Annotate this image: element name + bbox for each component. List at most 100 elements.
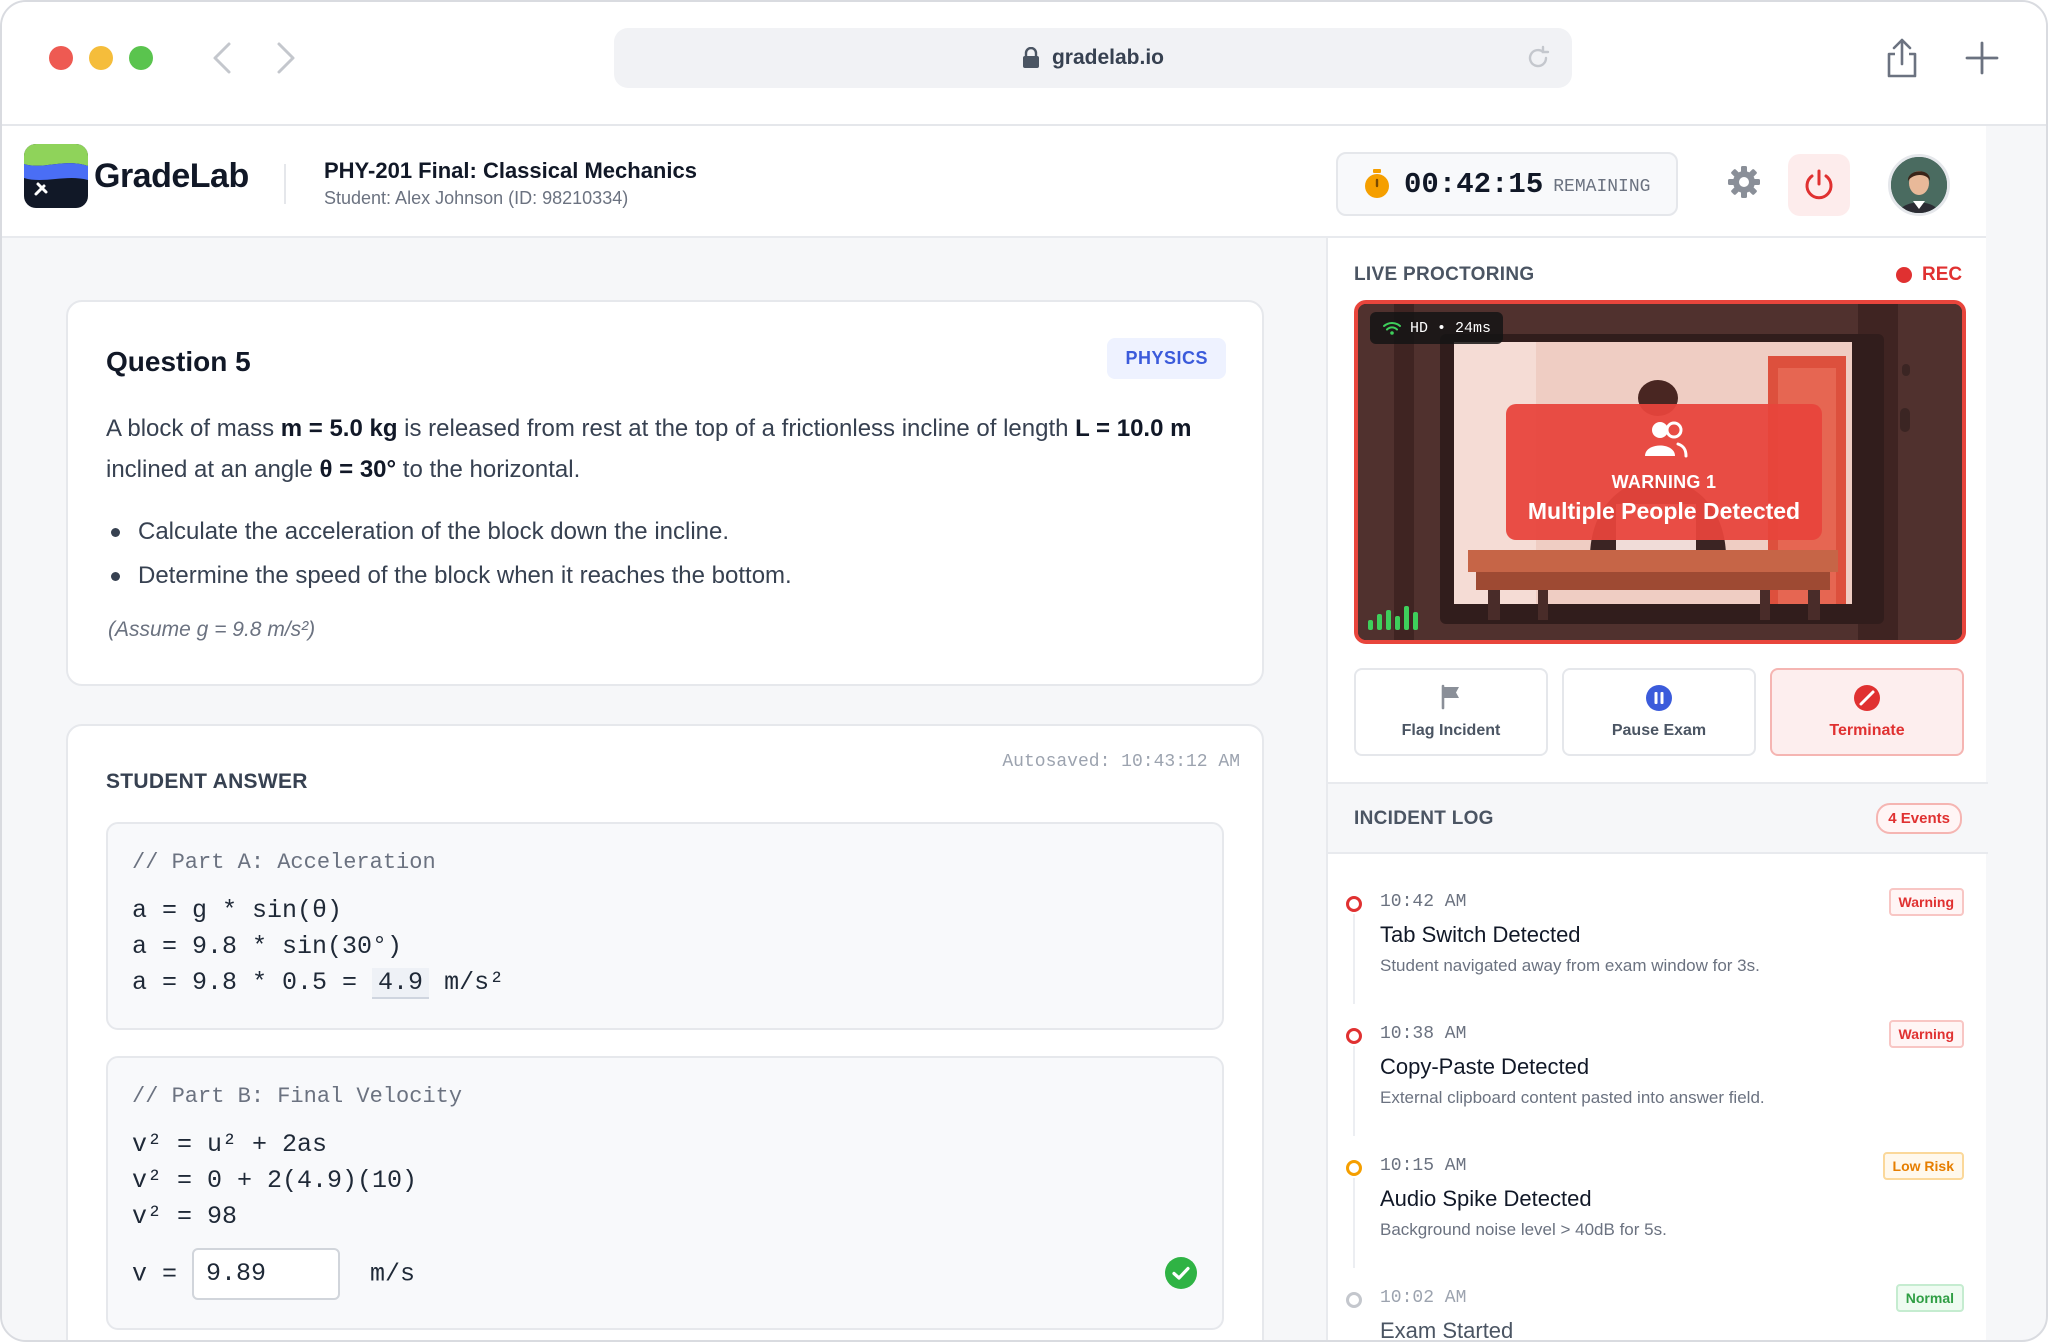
incident-title: Exam Started bbox=[1380, 1318, 1514, 1342]
logo-mark-icon bbox=[24, 144, 88, 208]
code-comment: // Part A: Acceleration bbox=[132, 850, 436, 875]
question-title: Question 5 bbox=[106, 346, 251, 377]
warning-count: WARNING 1 bbox=[1611, 472, 1717, 492]
block-icon bbox=[1854, 685, 1880, 711]
incident-description: Background noise level > 40dB for 5s. bbox=[1380, 1220, 1667, 1239]
incident-description: Student navigated away from exam window … bbox=[1380, 956, 1760, 975]
warning-overlay: WARNING 1 Multiple People Detected bbox=[1506, 404, 1822, 540]
pause-exam-label: Pause Exam bbox=[1611, 722, 1707, 739]
exam-title: PHY-201 Final: Classical Mechanics bbox=[324, 158, 697, 183]
severity-badge: Warning bbox=[1888, 1020, 1964, 1048]
power-icon bbox=[1805, 169, 1833, 200]
severity-badge: Warning bbox=[1888, 888, 1964, 916]
user-avatar-icon bbox=[1891, 157, 1947, 213]
code-line: a = 9.8 * sin(30°) bbox=[132, 932, 403, 961]
subject-tag: PHYSICS bbox=[1107, 338, 1226, 379]
timeline-line bbox=[1353, 914, 1355, 1004]
timeline-line bbox=[1353, 1046, 1355, 1136]
app-header: GradeLab PHY-201 Final: Classical Mechan… bbox=[2, 126, 1986, 238]
question-tasks: Calculate the acceleration of the block … bbox=[106, 510, 792, 598]
answer-card: STUDENT ANSWER Autosaved: 10:43:12 AM //… bbox=[66, 724, 1264, 1340]
webcam-feed[interactable]: HD • 24ms WARNING 1 Multiple People Dete… bbox=[1354, 300, 1966, 644]
share-icon[interactable] bbox=[1882, 36, 1922, 80]
header-divider bbox=[284, 164, 286, 204]
incident-title: Tab Switch Detected bbox=[1380, 922, 1581, 947]
incident-log-item[interactable]: 10:02 AM Exam Started Normal bbox=[1328, 1268, 1988, 1342]
close-window-button[interactable] bbox=[49, 46, 73, 70]
timeline-dot-icon bbox=[1346, 896, 1362, 912]
code-line: v² = 0 + 2(4.9)(10) bbox=[132, 1166, 418, 1195]
back-arrow-icon[interactable] bbox=[204, 38, 244, 78]
stream-quality-text: HD • 24ms bbox=[1410, 319, 1492, 337]
incident-title: Copy-Paste Detected bbox=[1380, 1054, 1590, 1079]
answer-part-a[interactable]: // Part A: Acceleration a = g * sin(θ) a… bbox=[106, 822, 1224, 1030]
stopwatch-icon bbox=[1365, 169, 1389, 198]
incident-title: Audio Spike Detected bbox=[1380, 1186, 1592, 1211]
timeline-dot-icon bbox=[1346, 1028, 1362, 1044]
code-comment: // Part B: Final Velocity bbox=[132, 1084, 463, 1109]
pause-icon bbox=[1646, 685, 1672, 711]
answer-part-b[interactable]: // Part B: Final Velocity v² = u² + 2as … bbox=[106, 1056, 1224, 1330]
code-line: v² = u² + 2as bbox=[132, 1130, 328, 1159]
flag-incident-button[interactable]: Flag Incident bbox=[1354, 668, 1548, 756]
flag-incident-label: Flag Incident bbox=[1401, 722, 1501, 739]
exam-timer: 00:42:15 REMAINING bbox=[1336, 152, 1678, 216]
pause-exam-button[interactable]: Pause Exam bbox=[1562, 668, 1756, 756]
proctoring-label: LIVE PROCTORING bbox=[1354, 264, 1535, 285]
student-info: Student: Alex Johnson (ID: 98210334) bbox=[324, 188, 629, 208]
users-icon bbox=[1645, 421, 1688, 458]
incident-log-item[interactable]: 10:15 AM Audio Spike Detected Background… bbox=[1328, 1136, 1988, 1268]
audio-level-icon bbox=[1368, 606, 1418, 630]
list-item: Calculate the acceleration of the block … bbox=[106, 510, 792, 554]
incident-time: 10:42 AM bbox=[1380, 892, 1467, 912]
stream-quality-badge: HD • 24ms bbox=[1370, 312, 1504, 344]
answer-heading: STUDENT ANSWER bbox=[106, 770, 308, 793]
check-circle-icon bbox=[1165, 1257, 1197, 1289]
maximize-window-button[interactable] bbox=[129, 46, 153, 70]
code-line: v² = 98 bbox=[132, 1202, 238, 1231]
flag-icon bbox=[1441, 684, 1459, 710]
recording-indicator: REC bbox=[1896, 264, 1962, 286]
autosave-status: Autosaved: 10:43:12 AM bbox=[1002, 752, 1240, 772]
question-card: Question 5 PHYSICS A block of mass m = 5… bbox=[66, 300, 1264, 686]
proctoring-sidebar: LIVE PROCTORING REC HD • 24ms WARNING 1 … bbox=[1326, 238, 1988, 1342]
wifi-icon bbox=[1383, 322, 1401, 335]
rec-dot-icon bbox=[1896, 267, 1912, 283]
main-content: Question 5 PHYSICS A block of mass m = 5… bbox=[2, 238, 1326, 1340]
window-controls bbox=[49, 46, 153, 70]
incident-log-header: INCIDENT LOG 4 Events bbox=[1328, 782, 1988, 854]
url-text: gradelab.io bbox=[1051, 46, 1165, 69]
event-count-badge: 4 Events bbox=[1876, 803, 1962, 834]
severity-badge: Low Risk bbox=[1882, 1152, 1964, 1180]
end-session-button[interactable] bbox=[1788, 154, 1850, 216]
address-bar[interactable]: gradelab.io bbox=[614, 28, 1572, 88]
proctor-actions: Flag Incident Pause Exam Terminate bbox=[1354, 668, 1964, 756]
rec-label: REC bbox=[1922, 264, 1963, 285]
incident-log-item[interactable]: 10:38 AM Copy-Paste Detected External cl… bbox=[1328, 1004, 1988, 1136]
final-velocity-input[interactable]: 9.89 bbox=[192, 1248, 341, 1300]
gear-icon[interactable] bbox=[1726, 164, 1762, 200]
incident-description: External clipboard content pasted into a… bbox=[1380, 1088, 1765, 1107]
reload-icon[interactable] bbox=[1524, 44, 1552, 72]
incident-time: 10:38 AM bbox=[1380, 1024, 1467, 1044]
minimize-window-button[interactable] bbox=[89, 46, 113, 70]
code-line: a = 9.8 * 0.5 = 4.9 m/s² bbox=[132, 968, 505, 999]
timeline-dot-icon bbox=[1346, 1160, 1362, 1176]
list-item: Determine the speed of the block when it… bbox=[106, 554, 792, 598]
terminate-button[interactable]: Terminate bbox=[1770, 668, 1964, 756]
avatar[interactable] bbox=[1888, 154, 1950, 216]
incident-time: 10:02 AM bbox=[1380, 1288, 1467, 1308]
question-note: (Assume g = 9.8 m/s²) bbox=[108, 618, 316, 641]
forward-arrow-icon[interactable] bbox=[264, 38, 304, 78]
highlighted-result: 4.9 bbox=[372, 968, 430, 999]
new-tab-icon[interactable] bbox=[1962, 38, 2002, 78]
lock-icon bbox=[1022, 47, 1039, 68]
browser-toolbar: gradelab.io bbox=[2, 2, 2046, 126]
incident-log-item[interactable]: 10:42 AM Tab Switch Detected Student nav… bbox=[1328, 872, 1988, 1004]
question-text: A block of mass m = 5.0 kg is released f… bbox=[106, 415, 1192, 483]
final-answer-line: v = 9.89 m/s bbox=[132, 1248, 415, 1300]
browser-window: gradelab.io GradeLab PHY-201 Final: Clas… bbox=[0, 0, 2048, 1342]
gradelab-logo[interactable]: GradeLab bbox=[24, 144, 249, 208]
severity-badge: Normal bbox=[1895, 1284, 1964, 1312]
code-line: a = g * sin(θ) bbox=[132, 896, 343, 925]
